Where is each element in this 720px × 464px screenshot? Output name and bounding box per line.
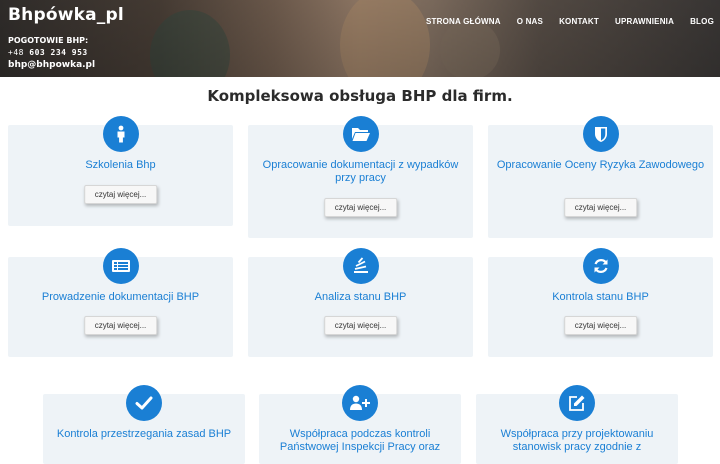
nav-home[interactable]: STRONA GŁÓWNA (426, 17, 501, 26)
contact-info: POGOTOWIE BHP: +48 603 234 953 bhp@bhpow… (8, 35, 95, 71)
list-document-icon (102, 248, 139, 284)
site-logo[interactable]: Bhpówka_pl (8, 5, 124, 25)
card-title[interactable]: Analiza stanu BHP (254, 291, 467, 304)
folder-open-icon (342, 116, 379, 152)
service-card: Prowadzenie dokumentacji BHP czytaj więc… (8, 248, 233, 357)
email-link[interactable]: bhp@bhpowka.pl (8, 59, 95, 71)
nav-qualifications[interactable]: UPRAWNIENIA (615, 17, 674, 26)
service-card: Kontrola przestrzegania zasad BHP (43, 385, 245, 464)
service-card: Szkolenia Bhp czytaj więcej... (8, 116, 233, 226)
read-more-button[interactable]: czytaj więcej... (323, 198, 398, 217)
stack-analysis-icon (342, 248, 379, 284)
phone-prefix: +48 (8, 48, 30, 57)
card-title[interactable]: Współpraca przy projektowaniu stanowisk … (482, 428, 672, 454)
service-card: Opracowanie dokumentacji z wypadków przy… (248, 116, 473, 238)
service-card: Współpraca przy projektowaniu stanowisk … (476, 385, 678, 464)
edit-icon (559, 385, 595, 421)
nav-blog[interactable]: BLOG (690, 17, 714, 26)
check-icon (126, 385, 162, 421)
person-icon (102, 116, 139, 152)
service-card: Analiza stanu BHP czytaj więcej... (248, 248, 473, 357)
user-plus-icon (342, 385, 378, 421)
card-title[interactable]: Kontrola stanu BHP (494, 291, 707, 304)
card-title[interactable]: Opracowanie Oceny Ryzyka Zawodowego (494, 159, 707, 172)
read-more-button[interactable]: czytaj więcej... (563, 316, 638, 335)
phone-digits: 603 234 953 (29, 48, 88, 57)
read-more-button[interactable]: czytaj więcej... (323, 316, 398, 335)
main-nav: STRONA GŁÓWNA O NAS KONTAKT UPRAWNIENIA … (410, 17, 714, 26)
service-card: Współpraca podczas kontroli Państwowej I… (259, 385, 461, 464)
read-more-button[interactable]: czytaj więcej... (83, 185, 158, 204)
refresh-icon (582, 248, 619, 284)
emergency-label: POGOTOWIE BHP: (8, 36, 89, 45)
card-title[interactable]: Prowadzenie dokumentacji BHP (14, 291, 227, 304)
card-title[interactable]: Szkolenia Bhp (14, 159, 227, 172)
service-card: Kontrola stanu BHP czytaj więcej... (488, 248, 713, 357)
page-title: Kompleksowa obsługa BHP dla firm. (207, 87, 513, 105)
nav-contact[interactable]: KONTAKT (559, 17, 599, 26)
shield-icon (582, 116, 619, 152)
nav-about[interactable]: O NAS (517, 17, 543, 26)
read-more-button[interactable]: czytaj więcej... (83, 316, 158, 335)
header-hero: Bhpówka_pl POGOTOWIE BHP: +48 603 234 95… (0, 0, 720, 77)
service-card: Opracowanie Oceny Ryzyka Zawodowego czyt… (488, 116, 713, 238)
phone-number[interactable]: +48 603 234 953 (8, 47, 95, 59)
read-more-button[interactable]: czytaj więcej... (563, 198, 638, 217)
card-title[interactable]: Kontrola przestrzegania zasad BHP (49, 428, 239, 441)
card-title[interactable]: Opracowanie dokumentacji z wypadków przy… (254, 159, 467, 185)
card-title[interactable]: Współpraca podczas kontroli Państwowej I… (265, 428, 455, 454)
